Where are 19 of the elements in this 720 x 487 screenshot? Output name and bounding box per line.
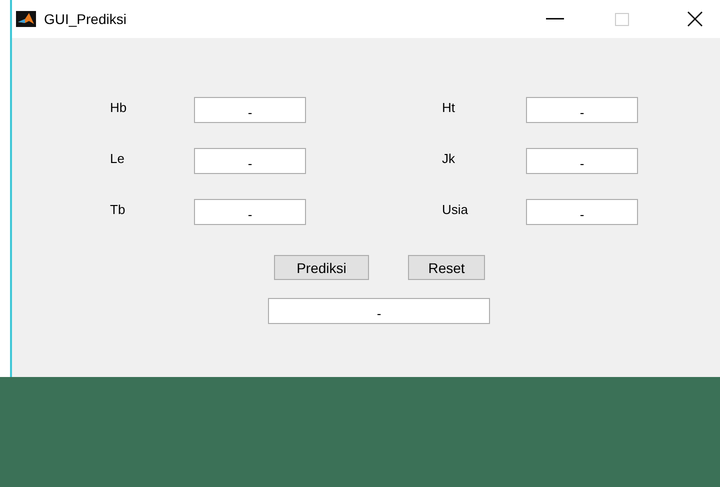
- field-label: Jk: [442, 150, 456, 166]
- predict-button[interactable]: Prediksi: [274, 255, 369, 280]
- input-field[interactable]: -: [194, 199, 306, 225]
- input-field[interactable]: -: [526, 199, 638, 225]
- input-field[interactable]: -: [194, 148, 306, 174]
- field-label: Ht: [442, 99, 456, 115]
- field-label: Hb: [110, 99, 128, 115]
- minimize-icon[interactable]: [546, 18, 564, 20]
- input-field[interactable]: -: [526, 97, 638, 123]
- reset-button[interactable]: Reset: [408, 255, 485, 280]
- result-field[interactable]: -: [268, 298, 490, 324]
- window-title: GUI_Prediksi: [44, 11, 128, 27]
- input-field[interactable]: -: [194, 97, 306, 123]
- field-label: Le: [110, 150, 126, 166]
- input-field[interactable]: -: [526, 148, 638, 174]
- app-logo-icon: [16, 11, 36, 27]
- close-icon[interactable]: [687, 11, 703, 27]
- field-label: Tb: [110, 201, 126, 217]
- field-label: Usia: [442, 201, 470, 217]
